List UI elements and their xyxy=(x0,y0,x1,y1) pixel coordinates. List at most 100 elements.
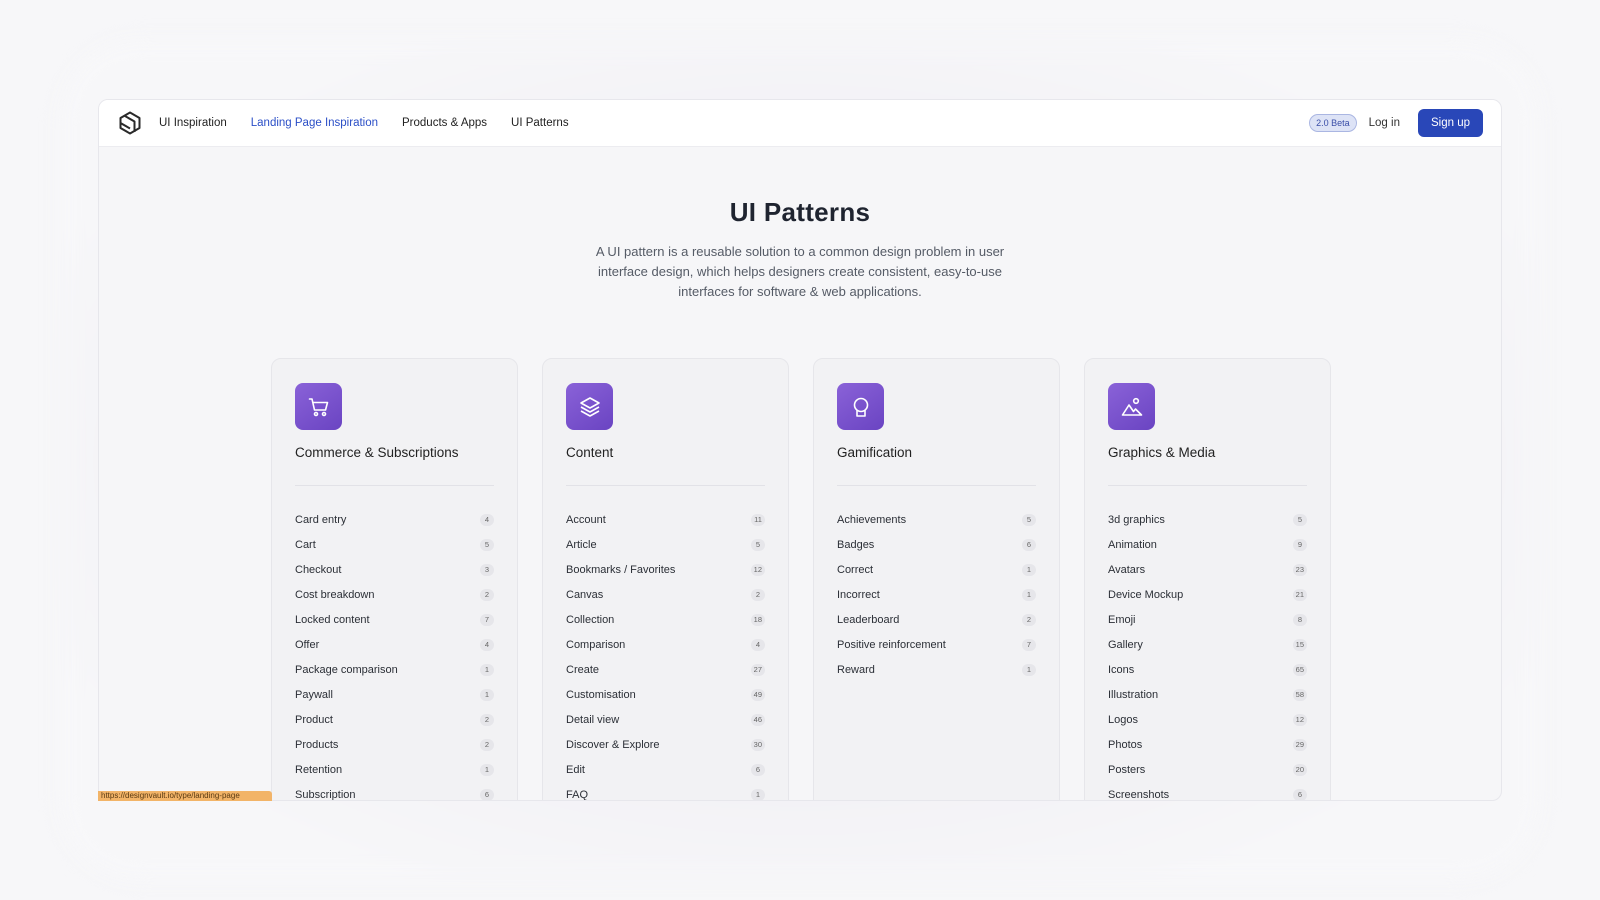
category-card-gamification: Gamification Achievements 5 Badges 6 Correct… xyxy=(813,358,1060,800)
nav-link-products-apps[interactable]: Products & Apps xyxy=(402,117,487,129)
pattern-count-badge: 11 xyxy=(751,513,765,526)
pattern-item[interactable]: Emoji 8 xyxy=(1108,607,1307,632)
pattern-item-label: Screenshots xyxy=(1108,788,1170,801)
pattern-item-label: Card entry xyxy=(295,513,347,526)
pattern-item[interactable]: Icons 65 xyxy=(1108,657,1307,682)
medal-icon xyxy=(837,383,884,430)
pattern-item[interactable]: Animation 9 xyxy=(1108,532,1307,557)
layers-icon xyxy=(566,383,613,430)
pattern-item[interactable]: Cost breakdown 2 xyxy=(295,582,494,607)
pattern-count-badge: 29 xyxy=(1292,738,1307,751)
pattern-item-label: Canvas xyxy=(566,588,604,601)
pattern-count-badge: 1 xyxy=(1022,663,1036,676)
pattern-item-label: Bookmarks / Favorites xyxy=(566,563,676,576)
pattern-count-badge: 1 xyxy=(1022,588,1036,601)
nav-actions: 2.0 Beta Log in Sign up xyxy=(1309,109,1483,137)
pattern-count-badge: 2 xyxy=(480,738,494,751)
pattern-item-label: Icons xyxy=(1108,663,1135,676)
pattern-item[interactable]: Card entry 4 xyxy=(295,507,494,532)
pattern-count-badge: 12 xyxy=(1292,713,1307,726)
category-title: Content xyxy=(566,445,614,460)
pattern-item-label: Subscription xyxy=(295,788,356,801)
pattern-item[interactable]: Checkout 3 xyxy=(295,557,494,582)
divider xyxy=(295,485,494,486)
pattern-item-label: Photos xyxy=(1108,738,1143,751)
pattern-item[interactable]: Retention 1 xyxy=(295,757,494,782)
pattern-item[interactable]: Detail view 46 xyxy=(566,707,765,732)
pattern-item-label: FAQ xyxy=(566,788,589,801)
pattern-item-label: Logos xyxy=(1108,713,1138,726)
pattern-count-badge: 4 xyxy=(480,513,494,526)
pattern-item[interactable]: Avatars 23 xyxy=(1108,557,1307,582)
pattern-item-label: Reward xyxy=(837,663,875,676)
pattern-count-badge: 2 xyxy=(480,588,494,601)
pattern-item[interactable]: Discover & Explore 30 xyxy=(566,732,765,757)
pattern-item[interactable]: Badges 6 xyxy=(837,532,1036,557)
pattern-item[interactable]: Logos 12 xyxy=(1108,707,1307,732)
pattern-item[interactable]: Customisation 49 xyxy=(566,682,765,707)
pattern-count-badge: 4 xyxy=(480,638,494,651)
pattern-count-badge: 23 xyxy=(1292,563,1307,576)
hero-section: UI Patterns A UI pattern is a reusable s… xyxy=(99,147,1501,302)
pattern-item[interactable]: Comparison 4 xyxy=(566,632,765,657)
pattern-item[interactable]: Illustration 58 xyxy=(1108,682,1307,707)
logo-icon[interactable] xyxy=(117,110,143,136)
pattern-item[interactable]: Reward 1 xyxy=(837,657,1036,682)
signup-button[interactable]: Sign up xyxy=(1417,109,1483,137)
pattern-item[interactable]: Canvas 2 xyxy=(566,582,765,607)
pattern-item-label: Animation xyxy=(1108,538,1157,551)
pattern-item[interactable]: Photos 29 xyxy=(1108,732,1307,757)
pattern-item[interactable]: Product 2 xyxy=(295,707,494,732)
pattern-item-label: Positive reinforcement xyxy=(837,638,946,651)
pattern-count-badge: 15 xyxy=(1292,638,1307,651)
pattern-item-label: Leaderboard xyxy=(837,613,900,626)
pattern-item-label: Cost breakdown xyxy=(295,588,375,601)
pattern-list: Card entry 4 Cart 5 Checkout 3 Cost breakdown 2… xyxy=(295,507,494,801)
pattern-item[interactable]: Cart 5 xyxy=(295,532,494,557)
pattern-item[interactable]: Correct 1 xyxy=(837,557,1036,582)
login-link[interactable]: Log in xyxy=(1369,117,1400,129)
pattern-item-label: Cart xyxy=(295,538,316,551)
pattern-item[interactable]: Bookmarks / Favorites 12 xyxy=(566,557,765,582)
pattern-item[interactable]: Leaderboard 2 xyxy=(837,607,1036,632)
pattern-count-badge: 6 xyxy=(751,763,765,776)
nav-link-ui-inspiration[interactable]: UI Inspiration xyxy=(159,117,227,129)
pattern-item[interactable]: Gallery 15 xyxy=(1108,632,1307,657)
pattern-item-label: Create xyxy=(566,663,600,676)
pattern-item[interactable]: Collection 18 xyxy=(566,607,765,632)
page-title: UI Patterns xyxy=(729,197,871,227)
pattern-item[interactable]: FAQ 1 xyxy=(566,782,765,801)
pattern-item[interactable]: Achievements 5 xyxy=(837,507,1036,532)
pattern-count-badge: 18 xyxy=(750,613,765,626)
top-navigation: UI Inspiration Landing Page Inspiration … xyxy=(99,100,1501,147)
pattern-item[interactable]: Article 5 xyxy=(566,532,765,557)
pattern-item[interactable]: Positive reinforcement 7 xyxy=(837,632,1036,657)
pattern-item[interactable]: Subscription 6 xyxy=(295,782,494,801)
pattern-item[interactable]: Screenshots 6 xyxy=(1108,782,1307,801)
pattern-item-label: Incorrect xyxy=(837,588,880,601)
pattern-count-badge: 58 xyxy=(1292,688,1307,701)
nav-link-ui-patterns[interactable]: UI Patterns xyxy=(511,117,569,129)
pattern-item[interactable]: Locked content 7 xyxy=(295,607,494,632)
pattern-item[interactable]: Posters 20 xyxy=(1108,757,1307,782)
browser-page: UI Inspiration Landing Page Inspiration … xyxy=(98,99,1502,801)
pattern-item[interactable]: Package comparison 1 xyxy=(295,657,494,682)
pattern-item[interactable]: Products 2 xyxy=(295,732,494,757)
pattern-item[interactable]: Paywall 1 xyxy=(295,682,494,707)
pattern-count-badge: 2 xyxy=(480,713,494,726)
pattern-item[interactable]: Device Mockup 21 xyxy=(1108,582,1307,607)
pattern-item-label: Device Mockup xyxy=(1108,588,1184,601)
pattern-item[interactable]: Edit 6 xyxy=(566,757,765,782)
pattern-item-label: Discover & Explore xyxy=(566,738,660,751)
pattern-item[interactable]: Create 27 xyxy=(566,657,765,682)
pattern-item[interactable]: 3d graphics 5 xyxy=(1108,507,1307,532)
pattern-item-label: Emoji xyxy=(1108,613,1136,626)
pattern-item-label: Retention xyxy=(295,763,343,776)
pattern-count-badge: 8 xyxy=(1293,613,1307,626)
pattern-item-label: Paywall xyxy=(295,688,333,701)
nav-link-landing-page-inspiration[interactable]: Landing Page Inspiration xyxy=(251,117,378,129)
category-card-graphics-media: Graphics & Media 3d graphics 5 Animation 9 A… xyxy=(1084,358,1331,801)
pattern-item[interactable]: Account 11 xyxy=(566,507,765,532)
pattern-item[interactable]: Offer 4 xyxy=(295,632,494,657)
pattern-item[interactable]: Incorrect 1 xyxy=(837,582,1036,607)
